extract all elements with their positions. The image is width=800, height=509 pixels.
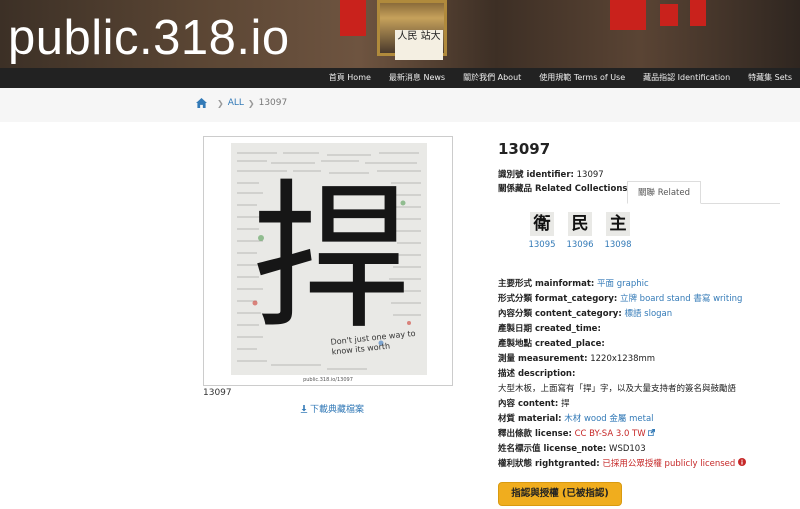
nav-item-terms[interactable]: 使用規範 Terms of Use <box>539 68 625 88</box>
content-value: 捍 <box>560 399 570 409</box>
related-item-thumbnail[interactable]: 主 <box>606 212 630 236</box>
content-category-row: 內容分類 content_category: 標語 slogan <box>498 307 798 322</box>
home-icon[interactable] <box>196 98 207 108</box>
format-category-link[interactable]: 書寫 writing <box>693 294 742 304</box>
material-link[interactable]: 金屬 metal <box>609 414 653 424</box>
identifier-value: 13097 <box>576 170 604 180</box>
artifact-image: 捍 Don't just one way to know its worth <box>231 143 427 375</box>
nav-item-home[interactable]: 首頁 Home <box>329 68 371 88</box>
related-item[interactable]: 衛 13095 <box>526 212 558 250</box>
nav-item-about[interactable]: 關於我們 About <box>463 68 521 88</box>
related-collections-label: 關係藏品 Related Collections: <box>498 184 631 194</box>
rightgranted-value: 已採用公眾授權 publicly licensed <box>602 459 736 469</box>
banner-poster <box>340 0 366 36</box>
material-row: 材質 material: 木材 wood 金屬 metal <box>498 412 798 427</box>
content-category-link[interactable]: 標語 slogan <box>624 309 672 319</box>
related-item-thumbnail[interactable]: 衛 <box>530 212 554 236</box>
chevron-right-icon: ❯ <box>217 98 224 108</box>
image-caption: 13097 <box>203 388 232 398</box>
created-place-label: 產製地點 created_place: <box>498 339 605 349</box>
related-item-thumbnail[interactable]: 民 <box>568 212 592 236</box>
record-details: 13097 識別號 identifier: 13097 <box>498 140 788 183</box>
related-item[interactable]: 主 13098 <box>602 212 634 250</box>
created-time-label: 產製日期 created_time: <box>498 324 601 334</box>
license-link[interactable]: CC BY-SA 3.0 TW <box>575 429 646 439</box>
nav-item-news[interactable]: 最新消息 News <box>389 68 445 88</box>
banner-poster <box>610 0 646 30</box>
rightgranted-label: 權利狀態 rightgranted: <box>498 459 600 469</box>
identifier-label: 識別號 identifier: <box>498 170 574 180</box>
download-label: 下載典藏檔案 <box>310 405 365 415</box>
related-item-id[interactable]: 13096 <box>564 240 596 250</box>
breadcrumb-all[interactable]: ALL <box>228 98 244 108</box>
format-category-label: 形式分類 format_category: <box>498 294 618 304</box>
external-link-icon[interactable] <box>648 429 656 437</box>
tab-related[interactable]: 關聯 Related <box>627 181 701 204</box>
description-row: 描述 description: <box>498 367 798 382</box>
chevron-right-icon: ❯ <box>247 98 255 108</box>
related-collections-row: 關係藏品 Related Collections: <box>498 182 631 197</box>
breadcrumb: ❯ ALL ❯ 13097 <box>196 98 287 108</box>
banner-poster <box>690 0 706 26</box>
description-label: 描述 description: <box>498 369 576 379</box>
metadata-list: 主要形式 mainformat: 平面 graphic 形式分類 format_… <box>498 277 798 472</box>
measurement-value: 1220x1238mm <box>590 354 656 364</box>
breadcrumb-current: 13097 <box>258 98 288 108</box>
banner-poster <box>660 4 678 26</box>
description-text: 大型木板，上面寫有「捍」字，以及大量支持者的簽名與鼓勵語 <box>498 384 737 394</box>
license-row: 釋出條款 license: CC BY-SA 3.0 TW <box>498 427 798 442</box>
breadcrumb-bar <box>0 88 800 122</box>
record-title: 13097 <box>498 140 551 158</box>
identify-license-button[interactable]: 指認與授權 (已被指認) <box>498 482 622 506</box>
material-link[interactable]: 木材 wood <box>564 414 606 424</box>
artifact-image-frame[interactable]: 捍 Don't just one way to know its worth p… <box>203 136 453 386</box>
created-place-row: 產製地點 created_place: <box>498 337 798 352</box>
site-title[interactable]: public.318.io <box>8 8 290 68</box>
main-nav: 首頁 Home 最新消息 News 關於我們 About 使用規範 Terms … <box>0 68 800 88</box>
mainformat-link[interactable]: 平面 graphic <box>597 279 649 289</box>
related-thumbnails: 衛 13095 民 13096 主 13098 <box>526 212 640 250</box>
license-note-row: 姓名標示值 license_note: WSD103 <box>498 442 798 457</box>
material-label: 材質 material: <box>498 414 562 424</box>
mainformat-row: 主要形式 mainformat: 平面 graphic <box>498 277 798 292</box>
nav-item-sets[interactable]: 特藏集 Sets <box>748 68 792 88</box>
content-label: 內容 content: <box>498 399 559 409</box>
content-category-label: 內容分類 content_category: <box>498 309 622 319</box>
banner-sign: 人民 站大 <box>395 30 443 60</box>
download-link[interactable]: 下載典藏檔案 <box>300 402 364 415</box>
license-note-label: 姓名標示值 license_note: <box>498 444 607 454</box>
rightgranted-row: 權利狀態 rightgranted: 已採用公眾授權 publicly lice… <box>498 457 798 472</box>
nav-item-identification[interactable]: 藏品指認 Identification <box>643 68 730 88</box>
related-item-id[interactable]: 13095 <box>526 240 558 250</box>
related-item[interactable]: 民 13096 <box>564 212 596 250</box>
measurement-label: 測量 measurement: <box>498 354 588 364</box>
created-time-row: 產製日期 created_time: <box>498 322 798 337</box>
measurement-row: 測量 measurement: 1220x1238mm <box>498 352 798 367</box>
license-label: 釋出條款 license: <box>498 429 572 439</box>
content-row: 內容 content: 捍 <box>498 397 798 412</box>
related-item-id[interactable]: 13098 <box>602 240 634 250</box>
info-icon[interactable] <box>738 458 746 466</box>
mainformat-label: 主要形式 mainformat: <box>498 279 595 289</box>
format-category-row: 形式分類 format_category: 立牌 board stand 書寫 … <box>498 292 798 307</box>
header-banner: 人民 站大 public.318.io <box>0 0 800 68</box>
format-category-link[interactable]: 立牌 board stand <box>620 294 691 304</box>
image-url-label: public.318.io/13097 <box>303 377 353 383</box>
license-note-value: WSD103 <box>609 444 646 454</box>
download-icon <box>300 404 308 413</box>
